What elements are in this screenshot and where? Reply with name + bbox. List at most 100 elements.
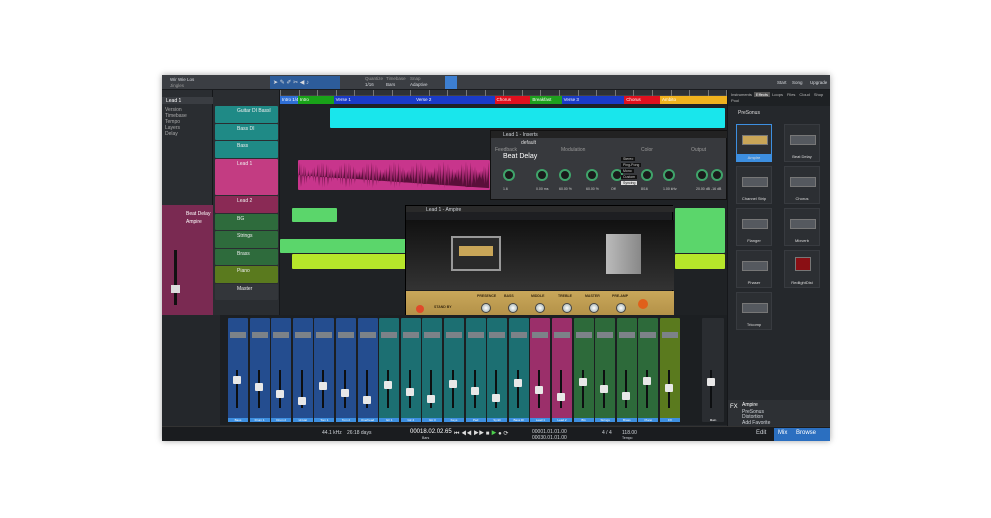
insert-slot[interactable] (489, 332, 506, 338)
effect-tile[interactable]: Beat Delay (784, 124, 820, 162)
fader-handle[interactable] (254, 383, 263, 391)
delay-knob[interactable] (711, 169, 723, 181)
insert-slot[interactable] (230, 332, 246, 338)
track-header[interactable]: BG (215, 213, 278, 230)
insert-slot[interactable] (294, 332, 311, 338)
arranger-section[interactable]: Chorus (494, 96, 531, 104)
arranger-section[interactable]: Intro 1/4 (280, 96, 298, 104)
audio-clip-piano[interactable] (292, 254, 407, 269)
track-header[interactable]: Lead 2 (215, 196, 278, 213)
standby-switch[interactable]: STAND BY (434, 305, 452, 309)
amp-knob-master[interactable] (589, 303, 599, 313)
fader-handle[interactable] (535, 386, 544, 394)
track-header[interactable]: Bass DI (215, 123, 278, 140)
follow-button[interactable] (445, 76, 457, 89)
audio-clip-strings-2[interactable] (675, 208, 725, 253)
channel-name[interactable]: Overhead (357, 418, 378, 422)
power-light[interactable] (416, 305, 424, 313)
fader-handle[interactable] (643, 377, 652, 385)
channel-name[interactable]: FX (660, 418, 680, 422)
arranger-section[interactable]: Verse 2 (414, 96, 495, 104)
delay-knob[interactable] (536, 169, 548, 181)
loop-end[interactable]: 00030.01.01.00 (532, 435, 567, 441)
effect-tile[interactable]: Ampire (736, 124, 772, 162)
effect-tile[interactable]: RedlightDist (784, 250, 820, 288)
effect-tile[interactable]: Phaser (736, 250, 772, 288)
browser-tab[interactable]: Cloud (797, 92, 811, 97)
fader-handle[interactable] (276, 390, 285, 398)
channel-name[interactable]: Strings (595, 418, 616, 422)
browser-tab[interactable]: Effects (753, 92, 771, 97)
track-header[interactable]: Bass (215, 141, 278, 158)
delay-knob[interactable] (559, 169, 571, 181)
browser-tab[interactable]: Shop (812, 92, 825, 97)
edit-button[interactable]: Edit (756, 430, 766, 436)
track-header[interactable]: Brass (215, 248, 278, 265)
channel-name[interactable]: Keys (444, 418, 464, 422)
delay-knob[interactable] (586, 169, 598, 181)
channel-name[interactable]: Brass (616, 418, 637, 422)
insert-slot[interactable] (402, 332, 419, 338)
amp-head-image[interactable] (451, 236, 501, 271)
fader-handle[interactable] (297, 397, 306, 405)
arranger-section[interactable]: Verse 3 (561, 96, 625, 104)
insert-slot[interactable] (575, 332, 592, 338)
browser-tab[interactable]: Instruments (729, 92, 754, 97)
audio-clip-strings[interactable] (280, 239, 410, 253)
channel-name[interactable]: Gtr 1 (379, 418, 400, 422)
insert-slot[interactable] (424, 332, 441, 338)
cable-plug[interactable] (638, 299, 648, 309)
fader-handle[interactable] (557, 393, 565, 401)
audio-clip-piano-2[interactable] (675, 254, 725, 269)
channel-name[interactable]: Hi Hat (292, 418, 313, 422)
upgrade-button[interactable]: Upgrade (810, 80, 827, 85)
arranger-section[interactable]: Intro (297, 96, 334, 104)
fader-handle[interactable] (233, 376, 241, 384)
delay-mode-button[interactable]: Mono (621, 169, 634, 173)
quantize-select[interactable]: 1/16 (365, 82, 374, 87)
delay-mode-button[interactable]: Ping-Pong (621, 163, 642, 167)
delay-mode-button[interactable]: Custom (621, 175, 638, 179)
time-format[interactable]: Bars (422, 436, 429, 440)
insert-slot[interactable] (338, 332, 354, 338)
effect-tile[interactable]: Mixverb (784, 208, 820, 246)
effect-tile[interactable]: Channel Strip (736, 166, 772, 204)
channel-name[interactable]: Drum 1 (249, 418, 270, 422)
audio-clip-bg[interactable] (292, 208, 337, 222)
channel-name[interactable]: Piano (638, 418, 659, 422)
browser-tab[interactable]: Files (785, 92, 797, 97)
fader-handle[interactable] (449, 380, 457, 388)
fader-handle[interactable] (470, 387, 479, 395)
browse-button[interactable]: Browse (796, 430, 816, 436)
fader-handle[interactable] (405, 388, 414, 396)
channel-name[interactable]: Lead 2 (552, 418, 572, 422)
insert-slot[interactable] (273, 332, 290, 338)
master-fader-handle[interactable] (707, 378, 715, 386)
inspector-fader[interactable] (171, 285, 180, 293)
insert-slot[interactable] (381, 332, 398, 338)
channel-name[interactable]: Gtr 3 (422, 418, 443, 422)
browser-tab[interactable]: Pool (729, 98, 741, 103)
preset-select[interactable]: default (521, 140, 536, 146)
audio-clip-bass[interactable] (330, 108, 725, 128)
fader-handle[interactable] (665, 384, 673, 392)
insert-slot[interactable] (316, 332, 333, 338)
channel-name[interactable]: Lead 1 (530, 418, 551, 422)
fader-handle[interactable] (621, 392, 630, 400)
delay-mode-button[interactable]: Stereo (621, 157, 636, 161)
insert-slot[interactable] (467, 332, 484, 338)
transport-controls[interactable]: ⏮ ◀◀ ▶▶ ■ ▶ ● ⟳ (454, 430, 508, 438)
channel-name[interactable]: Bass DI (508, 418, 529, 422)
time-signature[interactable]: 4 / 4 (602, 430, 612, 436)
track-header[interactable]: Lead 1 (215, 158, 278, 195)
track-header[interactable]: Guitar DI Bassl (215, 106, 278, 123)
arranger-section[interactable]: Ambito (659, 96, 727, 104)
insert-slot[interactable] (510, 332, 527, 338)
track-header[interactable]: Piano (215, 266, 278, 283)
fader-handle[interactable] (492, 394, 501, 402)
cabinet-image[interactable] (606, 234, 641, 274)
delay-knob[interactable] (696, 169, 708, 181)
effect-tile[interactable]: Tricomp (736, 292, 772, 330)
insert-slot[interactable] (554, 332, 570, 338)
fader-handle[interactable] (578, 378, 587, 386)
